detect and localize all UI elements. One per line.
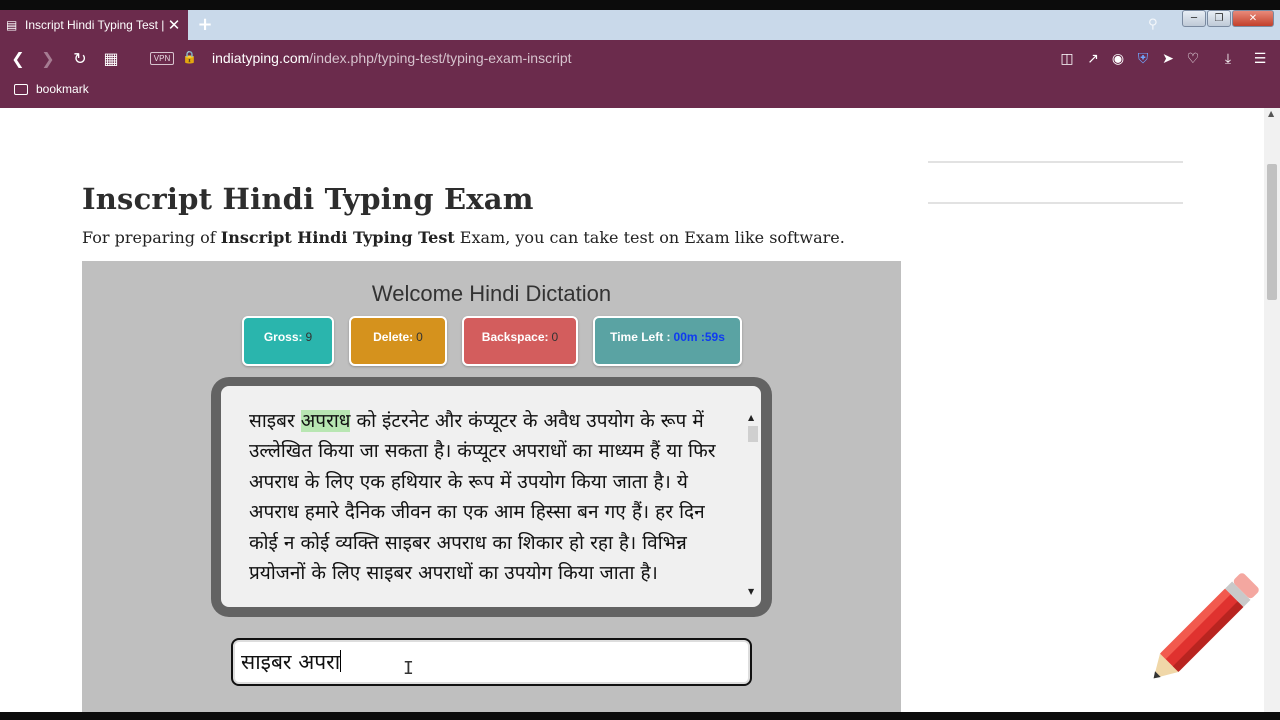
- download-icon[interactable]: ⤓: [1218, 49, 1238, 69]
- address-bar[interactable]: indiatyping.com/index.php/typing-test/ty…: [212, 50, 572, 66]
- vpn-badge[interactable]: VPN: [150, 52, 174, 65]
- intro-prefix: For preparing of: [82, 228, 221, 247]
- passage-after: को इंटरनेट और कंप्यूटर के अवैध उपयोग के …: [249, 410, 716, 585]
- tab-active[interactable]: ▤ Inscript Hindi Typing Test | ✕: [0, 10, 188, 40]
- minimize-button[interactable]: ─: [1182, 10, 1206, 27]
- time-left-label: Time Left :: [610, 330, 671, 344]
- scroll-thumb[interactable]: [748, 426, 758, 442]
- current-word-highlight: अपराध: [300, 410, 351, 432]
- folder-icon: [14, 83, 28, 95]
- delete-label: Delete:: [373, 330, 414, 344]
- share-icon[interactable]: ↗: [1083, 49, 1103, 69]
- window-controls: ─ ❐ ✕: [1182, 10, 1274, 28]
- window-close-button[interactable]: ✕: [1232, 10, 1274, 27]
- scroll-up-icon[interactable]: ▲: [748, 414, 756, 422]
- intro-suffix: Exam, you can take test on Exam like sof…: [454, 228, 845, 247]
- intro-text: For preparing of Inscript Hindi Typing T…: [82, 228, 845, 247]
- speed-dial-icon[interactable]: ▦: [100, 49, 122, 69]
- tab-title: Inscript Hindi Typing Test |: [25, 18, 165, 32]
- page-scroll-thumb[interactable]: [1267, 164, 1277, 300]
- bookmark-label: bookmark: [36, 82, 89, 96]
- typewriter-icon: ▤: [6, 18, 18, 32]
- shield-icon[interactable]: ⛨: [1133, 49, 1153, 69]
- backspace-stat: Backspace: 0: [462, 316, 578, 366]
- passage-frame: साइबर अपराध को इंटरनेट और कंप्यूटर के अव…: [211, 377, 772, 617]
- restore-button[interactable]: ❐: [1207, 10, 1231, 27]
- plus-icon[interactable]: +: [196, 16, 214, 34]
- gross-label: Gross:: [263, 330, 303, 344]
- reload-icon[interactable]: ↻: [69, 49, 91, 69]
- send-icon[interactable]: ➤: [1158, 49, 1178, 69]
- page-title: Inscript Hindi Typing Exam: [82, 182, 534, 216]
- forward-arrow-icon[interactable]: ❯: [37, 49, 59, 69]
- delete-value: 0: [416, 330, 423, 344]
- dictation-passage: साइबर अपराध को इंटरनेट और कंप्यूटर के अव…: [249, 406, 731, 588]
- tab-bar: ▤ Inscript Hindi Typing Test | ✕ + ⚲ ─ ❐…: [0, 10, 1280, 40]
- text-caret: [340, 650, 342, 672]
- scroll-down-icon[interactable]: ▼: [748, 588, 756, 596]
- delete-stat: Delete: 0: [349, 316, 447, 366]
- ibeam-cursor-icon: I: [403, 658, 414, 679]
- exam-panel: Welcome Hindi Dictation Gross: 9 Delete: 0…: [82, 261, 901, 720]
- time-left-stat: Time Left :00m :59s: [593, 316, 742, 366]
- sidebar-divider: [928, 202, 1183, 204]
- sidebar-divider: [928, 161, 1183, 163]
- passage-scrollbar[interactable]: ▲ ▼: [745, 386, 759, 607]
- page-content: Inscript Hindi Typing Exam For preparing…: [0, 108, 1264, 720]
- typed-text: साइबर अपरा: [241, 648, 342, 676]
- bookmark-folder[interactable]: bookmark: [14, 82, 89, 96]
- search-icon[interactable]: ⚲: [1148, 16, 1166, 34]
- passage-before: साइबर: [249, 410, 301, 432]
- typed-text-value: साइबर अपरा: [241, 650, 341, 674]
- backspace-label: Backspace:: [481, 330, 549, 344]
- reader-view-icon[interactable]: ◫: [1057, 49, 1077, 69]
- gross-value: 9: [305, 330, 313, 344]
- menu-icon[interactable]: ☰: [1250, 49, 1270, 69]
- url-path: /index.php/typing-test/typing-exam-inscr…: [309, 50, 572, 66]
- navigation-bar: ❮ ❯ ↻ ▦ VPN 🔒 indiatyping.com/index.php/…: [0, 40, 1280, 108]
- intro-bold: Inscript Hindi Typing Test: [220, 228, 455, 247]
- window-bottom-strip: [0, 712, 1280, 720]
- backspace-value: 0: [551, 330, 559, 344]
- url-host: indiatyping.com: [212, 50, 310, 66]
- back-arrow-icon[interactable]: ❮: [7, 49, 29, 69]
- passage-box[interactable]: साइबर अपराध को इंटरनेट और कंप्यूटर के अव…: [221, 386, 761, 607]
- gross-stat: Gross: 9: [242, 316, 334, 366]
- heart-icon[interactable]: ♡: [1183, 49, 1203, 69]
- close-icon[interactable]: ✕: [166, 17, 182, 33]
- scroll-up-icon[interactable]: ▲: [1268, 110, 1276, 118]
- pencil-icon: [1153, 573, 1259, 679]
- lock-icon[interactable]: 🔒: [182, 50, 197, 66]
- exam-title: Welcome Hindi Dictation: [371, 281, 612, 306]
- camera-icon[interactable]: ◉: [1108, 49, 1128, 69]
- time-left-value: 00m :59s: [673, 330, 725, 344]
- typing-input[interactable]: साइबर अपरा: [231, 638, 752, 686]
